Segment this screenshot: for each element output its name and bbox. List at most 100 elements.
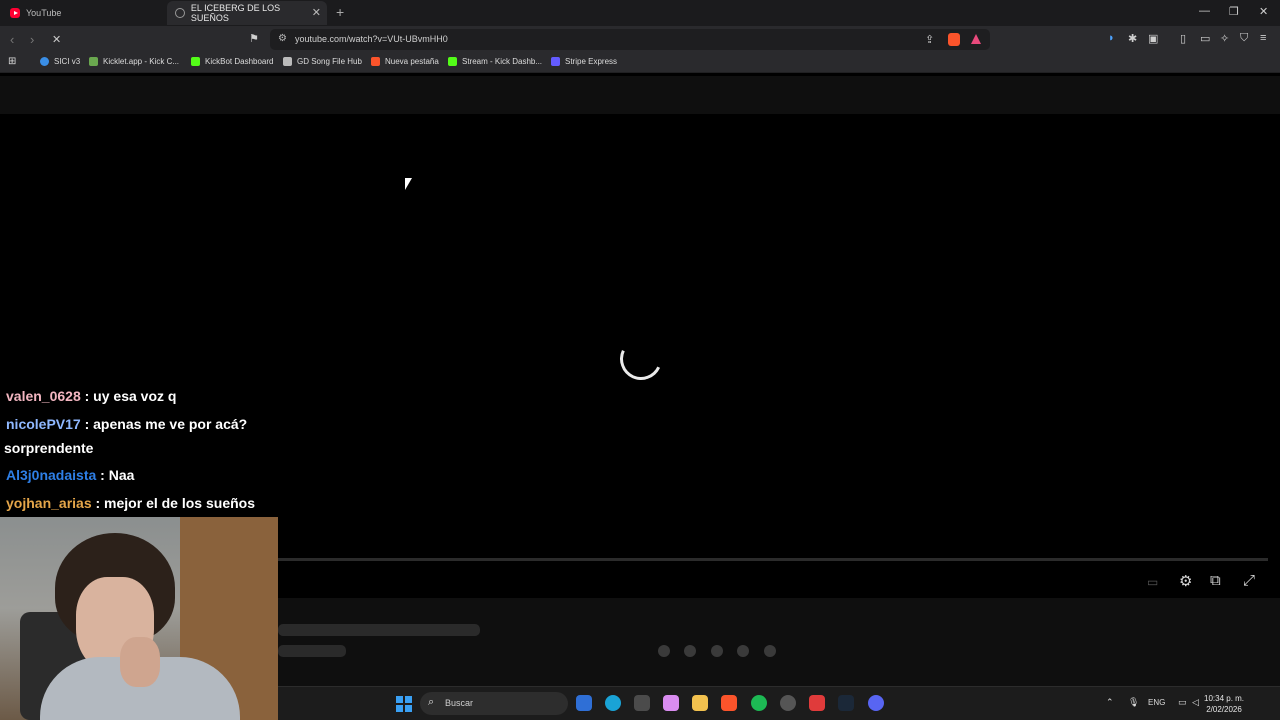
tab-search-icon[interactable]: ▣ <box>1148 32 1158 45</box>
chat-message: Al3j0nadaista : Naa <box>6 467 134 483</box>
close-window-button[interactable]: ✕ <box>1259 5 1268 18</box>
bookmark-item[interactable]: Nueva pestaña <box>371 57 439 66</box>
taskbar-search[interactable]: ⌕ Buscar <box>420 692 568 715</box>
url-text[interactable]: youtube.com/watch?v=VUt-UBvmHH0 <box>295 34 448 44</box>
bookmark-favicon-icon <box>40 57 49 66</box>
new-tab-button[interactable]: + <box>336 4 344 20</box>
obs-app-icon[interactable] <box>780 695 796 711</box>
browser-toolbar: ‹ › ✕ ⚑ ⚙ youtube.com/watch?v=VUt-UBvmHH… <box>0 26 1280 53</box>
fullscreen-icon[interactable]: ⤢ <box>1243 572 1255 589</box>
system-clock[interactable]: 10:34 p. m. 2/02/2026 <box>1204 693 1244 715</box>
steam-app-icon[interactable] <box>838 695 854 711</box>
address-bar[interactable]: ⚙ youtube.com/watch?v=VUt-UBvmHH0 ⇪ <box>270 29 990 50</box>
bookmark-label: Stream - Kick Dashb... <box>462 57 543 66</box>
chat-username: Al3j0nadaista <box>6 467 97 483</box>
stop-loading-icon[interactable]: ✕ <box>52 33 61 46</box>
youtube-favicon-icon <box>10 8 20 18</box>
chat-username: nicolePV17 <box>6 416 81 432</box>
bookmark-item[interactable]: SICI v3 <box>40 57 80 66</box>
bookmark-favicon-icon <box>448 57 457 66</box>
search-icon: ⌕ <box>428 696 435 708</box>
miniplayer-icon[interactable]: ⧉ <box>1210 572 1221 589</box>
back-icon[interactable]: ‹ <box>10 32 14 47</box>
edge-app-icon[interactable] <box>605 695 621 711</box>
bookmark-item[interactable]: Kicklet.app - Kick C... <box>89 57 179 66</box>
vpn-shield-icon[interactable]: ⛉ <box>1240 32 1248 45</box>
network-icon[interactable]: ▭ <box>1178 697 1187 708</box>
bookmark-favicon-icon <box>371 57 380 66</box>
bookmark-favicon-icon <box>551 57 560 66</box>
subtitles-icon[interactable]: ▭ <box>1147 575 1158 589</box>
chat-message: valen_0628 : uy esa voz q <box>6 388 176 404</box>
brave-app-icon[interactable] <box>721 695 737 711</box>
bookmark-label: KickBot Dashboard <box>205 57 274 66</box>
file-explorer-app-icon[interactable] <box>692 695 708 711</box>
bookmark-item[interactable]: KickBot Dashboard <box>191 57 273 66</box>
show-hidden-icons-icon[interactable]: ⌃ <box>1106 697 1114 708</box>
bookmark-item[interactable]: Stripe Express <box>551 57 617 66</box>
sidebar-icon[interactable]: ▯ <box>1180 32 1186 45</box>
store-app-icon[interactable] <box>634 695 650 711</box>
bookmark-label: Stripe Express <box>565 57 618 66</box>
wallet-icon[interactable]: ▭ <box>1200 32 1210 45</box>
chat-username: valen_0628 <box>6 388 81 404</box>
leo-sparkle-icon[interactable]: ✧ <box>1220 32 1229 45</box>
windows-start-icon[interactable] <box>396 696 412 712</box>
chat-text: : Naa <box>96 467 135 483</box>
bookmarks-bar: ⊞ SICI v3 Kicklet.app - Kick C... KickBo… <box>0 53 1280 73</box>
title-skeleton <box>278 624 480 636</box>
apps-grid-icon[interactable]: ⊞ <box>8 56 16 67</box>
copilot-app-icon[interactable] <box>576 695 592 711</box>
chat-message-continuation: sorprendente <box>4 440 93 456</box>
windows-taskbar: ⌕ Buscar ⌃ 🎙 ENG ▭ ◁ 10:34 p. m. 2/02/20… <box>278 686 1280 720</box>
bookmark-favicon-icon <box>89 57 98 66</box>
channel-skeleton <box>278 645 346 657</box>
tab-youtube[interactable]: YouTube <box>2 1 167 25</box>
volume-icon[interactable]: ◁ <box>1192 697 1199 708</box>
settings-gear-icon[interactable]: ⚙ <box>1179 572 1192 590</box>
menu-icon[interactable]: ≡ <box>1260 32 1266 44</box>
discord-app-icon[interactable] <box>868 695 884 711</box>
youtube-masthead <box>0 76 1280 114</box>
webcam-overlay <box>0 517 278 720</box>
tab-title: YouTube <box>26 8 62 18</box>
action-skeleton-dot <box>684 645 696 657</box>
mouse-cursor-icon <box>405 178 412 190</box>
site-settings-icon[interactable]: ⚙ <box>278 33 287 44</box>
search-placeholder: Buscar <box>445 698 474 708</box>
forward-icon[interactable]: › <box>30 32 34 47</box>
brave-shields-icon[interactable] <box>948 33 960 46</box>
bookmark-label: GD Song File Hub <box>297 57 362 66</box>
chat-text: sorprendente <box>4 440 94 456</box>
tab-strip: YouTube EL ICEBERG DE LOS SUEÑOS ✕ + — ❐… <box>0 0 1280 26</box>
bookmark-icon[interactable]: ⚑ <box>249 32 259 45</box>
share-icon[interactable]: ⇪ <box>925 33 934 46</box>
bookmark-label: SICI v3 <box>54 57 81 66</box>
tab-iceberg[interactable]: EL ICEBERG DE LOS SUEÑOS ✕ <box>167 1 327 25</box>
bookmark-favicon-icon <box>283 57 292 66</box>
copilot-color-app-icon[interactable] <box>663 695 679 711</box>
brave-rewards-icon[interactable] <box>971 34 981 44</box>
video-progress-bar[interactable] <box>278 558 1268 561</box>
chat-text: : uy esa voz q <box>80 388 177 404</box>
chat-text: : mejor el de los sueños <box>91 495 255 511</box>
bookmark-item[interactable]: GD Song File Hub <box>283 57 362 66</box>
bookmark-label: Kicklet.app - Kick C... <box>103 57 180 66</box>
leo-ai-icon[interactable]: ◗ <box>1108 32 1115 44</box>
spotify-app-icon[interactable] <box>751 695 767 711</box>
chat-message: nicolePV17 : apenas me ve por acá? <box>6 416 247 432</box>
webcam-person-hand <box>120 637 160 687</box>
red-app-icon[interactable] <box>809 695 825 711</box>
minimize-button[interactable]: — <box>1199 5 1210 17</box>
action-skeleton-dot <box>737 645 749 657</box>
language-indicator[interactable]: ENG <box>1148 698 1165 707</box>
chat-message: yojhan_arias : mejor el de los sueños <box>6 495 255 511</box>
bookmark-item[interactable]: Stream - Kick Dashb... <box>448 57 542 66</box>
restore-button[interactable]: ❐ <box>1229 5 1239 18</box>
clock-date: 2/02/2026 <box>1206 705 1242 714</box>
bookmark-label: Nueva pestaña <box>385 57 439 66</box>
action-skeleton-dot <box>711 645 723 657</box>
extensions-icon[interactable]: ✱ <box>1128 32 1137 45</box>
microphone-icon[interactable]: 🎙 <box>1128 697 1139 708</box>
close-tab-icon[interactable]: ✕ <box>312 6 321 19</box>
